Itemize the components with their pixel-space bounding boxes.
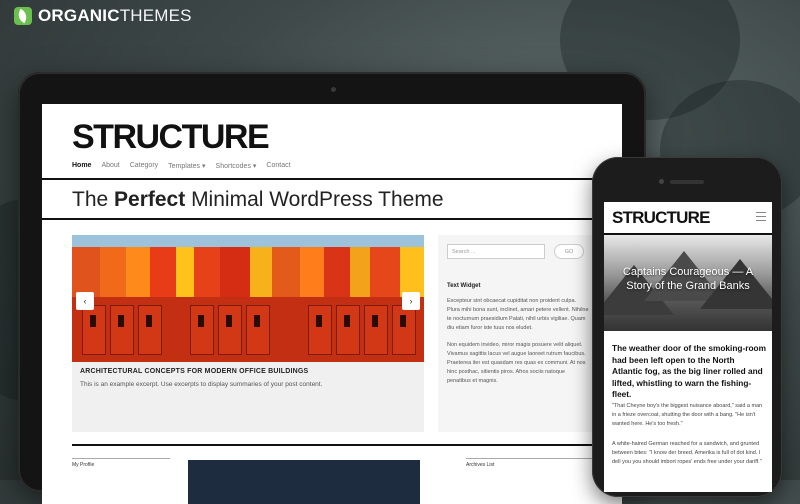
featured-slider: ‹ › ARCHITECTURAL CONCEPTS FOR MODERN OF… xyxy=(72,235,424,432)
nav-home[interactable]: Home xyxy=(72,162,91,170)
nav-category[interactable]: Category xyxy=(130,162,158,170)
hamburger-menu-icon[interactable] xyxy=(756,212,766,224)
nav-templates[interactable]: Templates ▾ xyxy=(168,162,205,170)
search-button[interactable]: GO xyxy=(554,244,584,259)
main-nav: Home About Category Templates ▾ Shortcod… xyxy=(72,162,291,170)
widget-text: Non equidem invideo, miror magis posuere… xyxy=(447,342,586,384)
laptop-device: STRUCTURE Home About Category Templates … xyxy=(18,72,646,504)
tagline: The Perfect Minimal WordPress Theme xyxy=(72,188,444,211)
search-input[interactable]: Search ... xyxy=(447,244,545,259)
phone-screen: STRUCTURE Captains Courageous — A Story … xyxy=(604,202,772,492)
article-paragraph: A white-haired German reached for a sand… xyxy=(612,441,762,465)
speaker-grille xyxy=(670,180,704,184)
slider-prev-button[interactable]: ‹ xyxy=(76,292,94,310)
sidebar: Search ... GO Text Widget Excepteur sint… xyxy=(438,235,596,432)
widget-title: Text Widget xyxy=(447,283,481,289)
brand-logo[interactable]: ORGANICTHEMES xyxy=(14,5,192,27)
camera-icon xyxy=(331,87,336,92)
divider xyxy=(42,218,622,220)
phone-device: STRUCTURE Captains Courageous — A Story … xyxy=(592,157,782,497)
hero-image[interactable]: Captains Courageous — A Story of the Gra… xyxy=(604,235,772,331)
camera-icon xyxy=(659,179,664,184)
slide-image[interactable]: ‹ › xyxy=(72,235,424,362)
leaf-icon xyxy=(14,7,32,25)
post-thumbnail[interactable] xyxy=(188,460,420,504)
site-title[interactable]: STRUCTURE xyxy=(72,118,270,157)
archives-widget-title: Archives List xyxy=(466,458,596,468)
widget-text: Excepteur sint obcaecat cupiditat non pr… xyxy=(447,298,589,331)
slider-next-button[interactable]: › xyxy=(402,292,420,310)
site-title[interactable]: STRUCTURE xyxy=(612,208,710,228)
laptop-screen: STRUCTURE Home About Category Templates … xyxy=(42,104,622,504)
brand-name: ORGANICTHEMES xyxy=(38,6,192,25)
divider xyxy=(42,178,622,180)
nav-about[interactable]: About xyxy=(101,162,119,170)
article-paragraph: "That Cheyne boy's the biggest nuisance … xyxy=(612,403,763,427)
hero-title[interactable]: Captains Courageous — A Story of the Gra… xyxy=(612,265,764,293)
divider xyxy=(72,444,596,446)
article-lead: The weather door of the smoking-room had… xyxy=(612,343,766,400)
profile-widget-title: My Profile xyxy=(72,458,170,468)
nav-shortcodes[interactable]: Shortcodes ▾ xyxy=(216,162,257,170)
slide-caption[interactable]: ARCHITECTURAL CONCEPTS FOR MODERN OFFICE… xyxy=(80,368,308,375)
slide-excerpt: This is an example excerpt. Use excerpts… xyxy=(80,381,323,388)
nav-contact[interactable]: Contact xyxy=(266,162,290,170)
